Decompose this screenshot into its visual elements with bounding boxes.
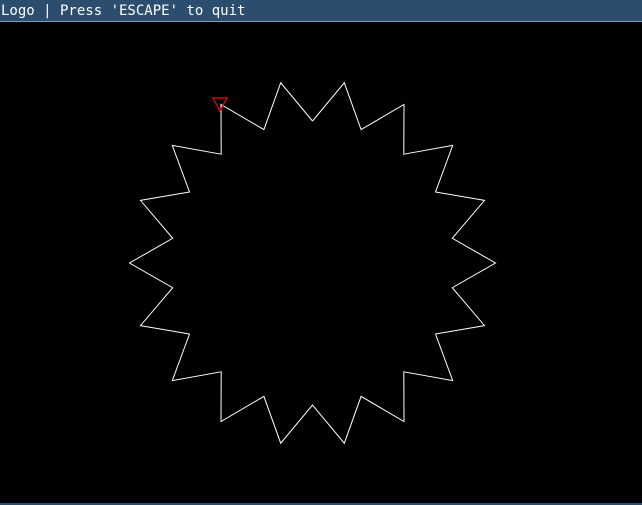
drawing-svg: [128, 81, 497, 445]
triangle-turtle-icon: [211, 97, 229, 113]
star-polygon-path: [128, 81, 497, 445]
logo-app-window: Logo | Press 'ESCAPE' to quit: [0, 0, 642, 505]
